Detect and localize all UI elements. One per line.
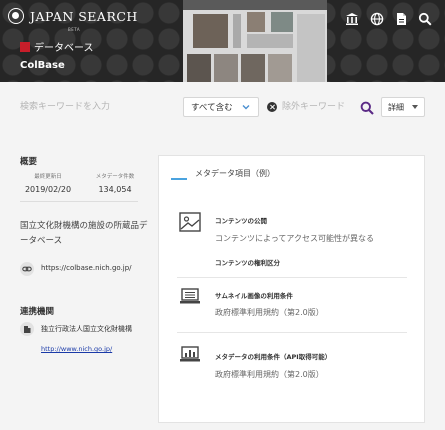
advanced-search-button[interactable]: 詳細 [381, 97, 425, 117]
database-name: ColBase [20, 60, 65, 71]
stats-divider [20, 201, 138, 202]
card-tab-indicator [171, 178, 187, 180]
logo-text: JAPAN SEARCH [30, 8, 138, 24]
partner-title: 連携機関 [20, 307, 55, 317]
clear-exclude-icon[interactable] [267, 102, 277, 112]
metadata-card: メタデータ項目（例） コンテンツの公開 コンテンツによってアクセス可能性が異なる… [158, 155, 425, 423]
header-search-icon[interactable] [418, 12, 432, 26]
image-icon [179, 212, 201, 232]
row-divider [177, 277, 407, 278]
link-icon [20, 262, 34, 276]
partner-name: 独立行政法人国立文化財機構 [41, 325, 132, 333]
metadata-item-title: コンテンツの公開 [215, 217, 267, 225]
search-icon[interactable] [360, 100, 374, 115]
metadata-count-value: 134,054 [98, 185, 132, 194]
partner-website-link[interactable]: http://www.nich.go.jp/ [41, 345, 112, 353]
advanced-search-label: 詳細 [388, 102, 404, 112]
building-icon [20, 322, 34, 336]
logo-mark-icon [8, 8, 24, 24]
last-updated-label: 最終更新日 [34, 174, 62, 180]
overview-title: 概要 [20, 157, 38, 167]
chevron-down-icon [242, 105, 250, 110]
metadata-item-title: メタデータの利用条件（API取得可能） [215, 353, 332, 361]
caret-down-icon [412, 105, 418, 109]
logo-beta-badge: BETA [68, 27, 81, 32]
exclude-keyword-input[interactable] [282, 98, 352, 116]
metadata-item-description: 政府標準利用規約（第2.0版） [215, 370, 324, 379]
tab-metadata-items[interactable]: メタデータ項目（例） [195, 168, 275, 179]
museum-icon[interactable] [345, 12, 359, 26]
database-preview-image [183, 0, 327, 82]
database-website-link[interactable]: https://colbase.nich.go.jp/ [41, 264, 132, 272]
metadata-count-label: メタデータ件数 [95, 174, 135, 180]
laptop-chart-icon [179, 344, 201, 364]
match-mode-select[interactable]: すべて含む [183, 97, 259, 117]
search-input[interactable] [20, 98, 170, 116]
metadata-item-title: サムネイル画像の利用条件 [215, 292, 293, 300]
site-header: JAPAN SEARCH BETA データベース ColBase [0, 0, 445, 82]
document-icon[interactable] [394, 12, 408, 26]
heart-icon[interactable] [410, 75, 420, 82]
globe-icon[interactable] [370, 12, 384, 26]
metadata-item-title: コンテンツの権利区分 [215, 259, 280, 267]
section-marker-icon [20, 41, 30, 52]
match-mode-value: すべて含む [191, 103, 233, 113]
section-label-text: データベース [34, 43, 94, 54]
section-label: データベース [20, 39, 94, 54]
last-updated-value: 2019/02/20 [24, 185, 72, 194]
laptop-icon [179, 286, 201, 306]
database-description: 国立文化財機構の施設の所蔵品データベース [20, 221, 148, 246]
site-logo[interactable]: JAPAN SEARCH BETA [8, 8, 138, 32]
row-divider [177, 332, 407, 333]
metadata-item-description: 政府標準利用規約（第2.0版） [215, 308, 324, 317]
share-icon[interactable] [393, 75, 403, 82]
metadata-item-description: コンテンツによってアクセス可能性が異なる [215, 234, 374, 243]
